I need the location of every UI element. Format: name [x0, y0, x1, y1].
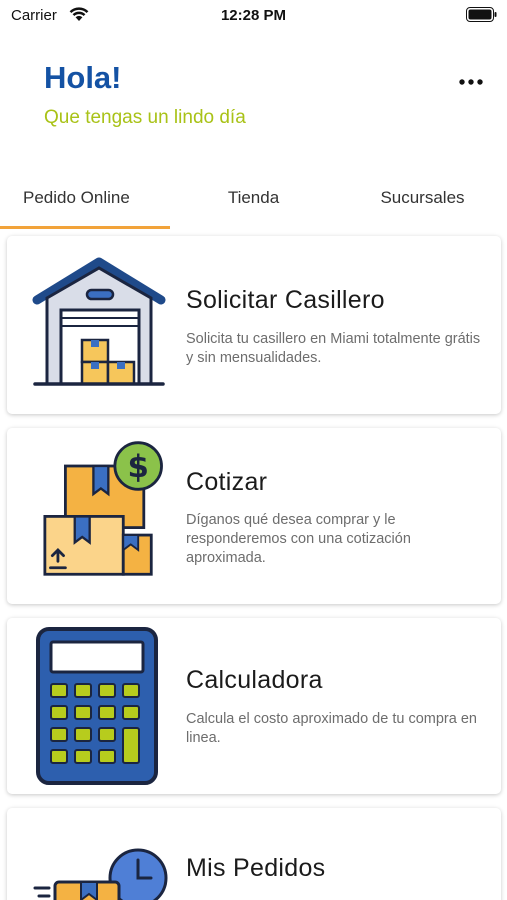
tab-tienda[interactable]: Tienda	[169, 168, 338, 228]
tab-label: Sucursales	[380, 188, 465, 207]
card-calculadora[interactable]: Calculadora Calcula el costo aproximado …	[7, 618, 501, 794]
card-description: Díganos qué desea comprar y le responder…	[186, 512, 411, 566]
card-title: Mis Pedidos	[186, 854, 326, 882]
tab-label: Tienda	[227, 188, 280, 207]
more-options-icon[interactable]	[455, 70, 487, 94]
greeting-subtitle: Que tengas un lindo día	[44, 107, 246, 128]
card-title: Solicitar Casillero	[186, 286, 385, 314]
card-description: Solicita tu casillero en Miami totalment…	[186, 331, 481, 366]
warehouse-icon	[32, 257, 166, 386]
tab-pedido-online[interactable]: Pedido Online	[0, 168, 169, 228]
card-description: Calcula el costo aproximado de tu compra…	[186, 711, 477, 746]
tab-bar: Pedido Online Tienda Sucursales	[0, 168, 507, 230]
calculator-icon	[36, 627, 158, 785]
card-title: Calculadora	[186, 666, 323, 694]
status-bar: Carrier 12:28 PM	[0, 0, 507, 32]
card-mis-pedidos[interactable]: Mis Pedidos	[7, 808, 501, 900]
tab-label: Pedido Online	[23, 188, 130, 207]
tab-sucursales[interactable]: Sucursales	[338, 168, 507, 228]
battery-icon	[466, 7, 497, 22]
card-solicitar-casillero[interactable]: Solicitar Casillero Solicita tu casiller…	[7, 236, 501, 414]
clock: 12:28 PM	[220, 7, 287, 24]
quote-boxes-dollar-icon: $	[43, 441, 163, 576]
greeting-title: Hola!	[44, 60, 122, 95]
svg-text:$: $	[127, 449, 148, 485]
delivery-clock-icon	[33, 848, 168, 900]
card-title: Cotizar	[186, 468, 268, 496]
active-tab-indicator	[0, 226, 170, 229]
card-cotizar[interactable]: $ Cotizar Díganos qué desea comprar y le…	[7, 428, 501, 604]
